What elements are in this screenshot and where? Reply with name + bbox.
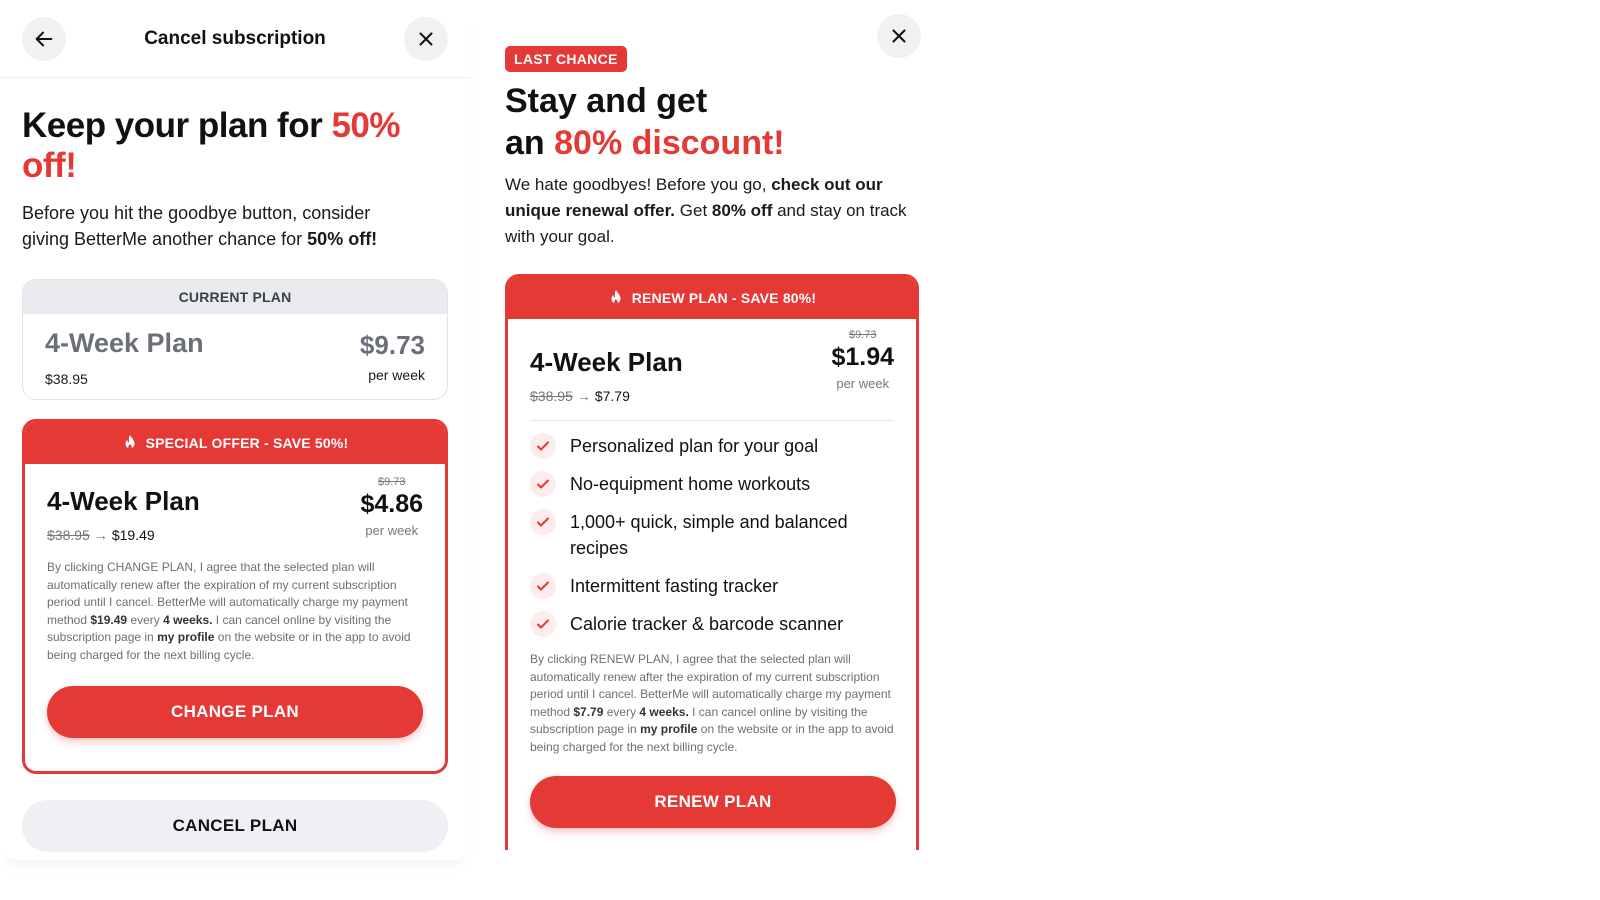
list-item: No-equipment home workouts <box>530 471 894 497</box>
terms-amount: $19.49 <box>90 612 128 627</box>
check-icon <box>530 509 556 535</box>
close-icon <box>419 31 433 46</box>
per-week-label: per week <box>365 523 419 538</box>
list-item: Personalized plan for your goal <box>530 433 894 459</box>
old-total: $38.95 <box>530 388 573 404</box>
current-plan-card: CURRENT PLAN 4-Week Plan $38.95 $9.73 pe… <box>22 279 448 400</box>
check-icon <box>530 611 556 637</box>
plan-row: 4-Week Plan $38.95 → $7.79 $9.73 $1.94 per… <box>530 329 894 404</box>
price-column: $9.73 $4.86 per week <box>360 476 423 538</box>
old-total: $38.95 <box>47 527 90 543</box>
close-button[interactable] <box>877 14 921 58</box>
current-plan-name: 4-Week Plan <box>45 328 204 358</box>
terms-text: By clicking CHANGE PLAN, I agree that th… <box>47 559 423 664</box>
terms-part: every <box>603 704 640 719</box>
description-bold: 50% off! <box>307 229 378 249</box>
plan-price-line: $38.95 → $7.79 <box>530 388 683 404</box>
terms-period: 4 weeks. <box>639 704 689 719</box>
price-column: $9.73 $1.94 per week <box>831 329 894 391</box>
plan-row: 4-Week Plan $38.95 → $19.49 $9.73 $4.86 pe… <box>47 476 423 543</box>
plan-price-line: $38.95 → $19.49 <box>47 527 200 543</box>
terms-profile-link[interactable]: my profile <box>157 630 214 644</box>
arrow-right-icon: → <box>93 527 108 543</box>
list-item: Calorie tracker & barcode scanner <box>530 611 894 637</box>
arrow-right-icon: → <box>576 388 591 404</box>
new-total: $7.79 <box>594 388 630 404</box>
check-icon <box>530 573 556 599</box>
plan-name: 4-Week Plan <box>530 347 683 377</box>
renew-offer-card[interactable]: RENEW PLAN - SAVE 80%! 4-Week Plan $38.9… <box>505 274 919 850</box>
last-chance-badge: LAST CHANCE <box>505 46 627 72</box>
current-plan-price: $9.73 <box>359 330 425 360</box>
back-button[interactable] <box>22 16 66 61</box>
special-offer-body: 4-Week Plan $38.95 → $19.49 $9.73 $4.86 pe… <box>25 464 445 738</box>
cancel-subscription-panel: Cancel subscription Keep your plan for 5… <box>0 0 470 860</box>
flame-icon <box>611 289 621 304</box>
current-plan-body: 4-Week Plan $38.95 $9.73 per week <box>23 314 447 387</box>
panel-header: Cancel subscription <box>0 0 470 78</box>
heading-line2: an <box>505 124 555 162</box>
offer-description: Before you hit the goodbye button, consi… <box>22 200 382 252</box>
panel-body: Keep your plan for 50% off! Before you h… <box>0 106 470 852</box>
heading-line1: Stay and get <box>505 82 708 120</box>
close-button[interactable] <box>403 16 448 61</box>
plan-name: 4-Week Plan <box>47 486 200 516</box>
banner-text: SPECIAL OFFER - SAVE 50%! <box>145 435 349 451</box>
heading-accent: 80% discount! <box>554 124 785 162</box>
weekly-price: $1.94 <box>831 343 894 371</box>
cancel-plan-button[interactable]: CANCEL PLAN <box>22 800 448 852</box>
description-bold: 80% off <box>711 201 773 220</box>
check-icon <box>530 471 556 497</box>
arrow-left-icon <box>35 31 53 46</box>
current-plan-label: CURRENT PLAN <box>23 280 447 314</box>
check-icon <box>530 433 556 459</box>
new-total: $19.49 <box>111 527 155 543</box>
renew-offer-banner: RENEW PLAN - SAVE 80%! <box>508 277 916 319</box>
description-part: We hate goodbyes! Before you go, <box>505 175 772 194</box>
special-offer-banner: SPECIAL OFFER - SAVE 50%! <box>25 422 445 464</box>
feature-text: Calorie tracker & barcode scanner <box>570 614 844 634</box>
offer-heading: Stay and get an 80% discount! <box>505 80 905 164</box>
terms-amount: $7.79 <box>573 704 604 719</box>
special-offer-card[interactable]: SPECIAL OFFER - SAVE 50%! 4-Week Plan $3… <box>22 419 448 774</box>
offer-description: We hate goodbyes! Before you go, check o… <box>505 172 925 250</box>
change-plan-button[interactable]: CHANGE PLAN <box>47 686 423 738</box>
feature-text: Personalized plan for your goal <box>570 436 819 456</box>
description-part: Get <box>675 201 712 220</box>
list-item: 1,000+ quick, simple and balanced recipe… <box>530 509 894 561</box>
terms-profile-link[interactable]: my profile <box>640 722 697 736</box>
old-weekly-price: $9.73 <box>377 476 406 488</box>
feature-text: Intermittent fasting tracker <box>570 576 779 596</box>
old-weekly-price: $9.73 <box>848 329 877 341</box>
feature-text: No-equipment home workouts <box>570 474 811 494</box>
page-title: Cancel subscription <box>144 27 326 49</box>
renew-offer-body: 4-Week Plan $38.95 → $7.79 $9.73 $1.94 per… <box>508 319 916 828</box>
list-item: Intermittent fasting tracker <box>530 573 894 599</box>
current-plan-per: per week <box>368 367 425 383</box>
per-week-label: per week <box>836 376 890 391</box>
feature-list: Personalized plan for your goal No-equip… <box>530 433 894 637</box>
offer-heading: Keep your plan for 50% off! <box>22 106 448 186</box>
current-plan-total: $38.95 <box>45 371 88 387</box>
screenshot-canvas: Cancel subscription Keep your plan for 5… <box>0 0 1600 900</box>
terms-period: 4 weeks. <box>163 612 213 627</box>
feature-text: 1,000+ quick, simple and balanced recipe… <box>570 512 848 558</box>
last-chance-panel: LAST CHANCE Stay and get an 80% discount!… <box>505 0 945 870</box>
renew-plan-button[interactable]: RENEW PLAN <box>530 776 896 828</box>
flame-icon <box>125 434 135 449</box>
close-icon <box>892 29 906 43</box>
heading-text: Keep your plan for <box>22 106 332 145</box>
terms-text: By clicking RENEW PLAN, I agree that the… <box>530 651 898 756</box>
divider <box>530 420 894 421</box>
weekly-price: $4.86 <box>360 490 423 518</box>
terms-part: every <box>127 612 164 627</box>
banner-text: RENEW PLAN - SAVE 80%! <box>631 290 817 306</box>
